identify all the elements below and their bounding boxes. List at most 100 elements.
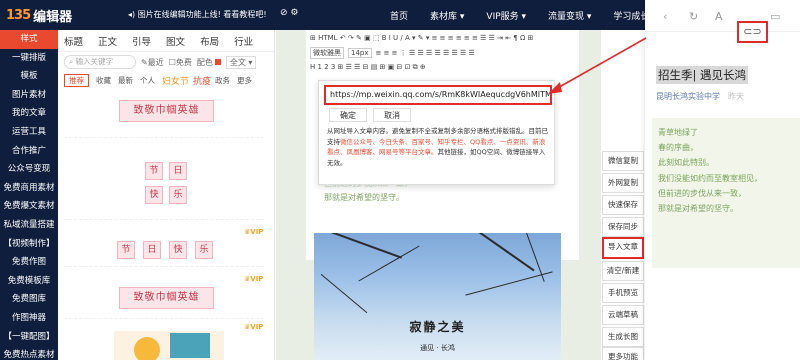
search-icon: ⌕ [69, 57, 76, 66]
template-card[interactable]: 致敬巾帼英雄 [64, 88, 264, 138]
size-select[interactable]: 14px [348, 47, 372, 58]
logo[interactable]: 135 编辑器 [6, 5, 72, 25]
color-filter[interactable]: 配色 [197, 57, 221, 68]
article-body: 青草地绿了 春的序曲， 此刻如此特别。 我们没能如约而至教室相见， 但前进的步伐… [652, 118, 800, 268]
sidebar-item-hot-materials[interactable]: 免费热点素材 [0, 346, 58, 360]
char-box: 节 [117, 241, 135, 259]
dialog-description: 从网址导入文章内容。避免复制不全或复制多余部分语格式排版错乱。目前已支持微信公众… [327, 127, 548, 167]
sidebar-item-free-viral[interactable]: 免费爆文素材 [0, 197, 58, 216]
template-card[interactable]: ♛VIP [64, 321, 264, 360]
nav-materials[interactable]: 素材库 ▾ [430, 9, 464, 22]
template-search-input[interactable]: ⌕ 输入关键字 [64, 55, 136, 69]
sidebar-item-free-gallery[interactable]: 免费图库 [0, 290, 58, 309]
top-bar: 135 编辑器 ◂) 图片在线编辑功能上线! 看看教程吧! ⊘ ⚙ 首页 素材库… [0, 0, 657, 30]
vip-badge: ♛VIP [244, 275, 264, 283]
full-select[interactable]: 全文 ▾ [225, 55, 257, 69]
wechat-copy-button[interactable]: 微信复制 [602, 151, 644, 171]
refresh-icon[interactable]: ↻ [689, 10, 698, 23]
toolbar-row-1[interactable]: ⊞ HTML ↶ ↷ ✎ ▣ ⬚ B I U ∕ A ▾ ✎ ▾ ≡ ≡ ≡ ≡… [306, 30, 579, 45]
char-box: 快 [169, 241, 187, 259]
sidebar-item-free-commercial[interactable]: 免费商用素材 [0, 179, 58, 198]
external-copy-button[interactable]: 外网复制 [602, 173, 644, 193]
toolbar-buttons-2[interactable]: ≡ ≡ ≡ ⋮ ☰ ☰ ☰ ☰ ☰ ☰ ☰ ☰ [376, 49, 475, 57]
tab-title[interactable]: 标题 [64, 34, 83, 48]
font-select[interactable]: 微软雅黑 [310, 46, 344, 59]
long-image-button[interactable]: 生成长图 [602, 327, 644, 347]
sidebar-item-free-design[interactable]: 免费作图 [0, 253, 58, 272]
publish-time: 昨天 [728, 92, 744, 101]
clear-new-button[interactable]: 清空/新建 [602, 261, 644, 281]
pin-icon: ✎ [141, 57, 148, 67]
sidebar-item-my-articles[interactable]: 我的文章 [0, 104, 58, 123]
import-article-button[interactable]: 导入文章 [602, 237, 644, 259]
filter-more[interactable]: 更多 [237, 75, 252, 86]
link-icon[interactable]: ⊂⊃ [737, 21, 768, 43]
sidebar-item-private-traffic[interactable]: 私域流量搭建 [0, 216, 58, 235]
tab-body[interactable]: 正文 [98, 34, 117, 48]
notice-icons[interactable]: ⊘ ⚙ [280, 8, 298, 18]
filter-latest[interactable]: 最新 [118, 75, 133, 86]
cloud-draft-button[interactable]: 云端草稿 [602, 305, 644, 325]
font-icon[interactable]: A [715, 10, 723, 23]
filter-antiepidemic[interactable]: 抗疫 [193, 74, 211, 87]
import-dialog: https://mp.weixin.qq.com/s/RmK8kWIAequcd… [318, 80, 555, 185]
save-sync-button[interactable]: 保存同步 [602, 217, 644, 237]
template-card[interactable]: 节 日 快 乐 [64, 140, 264, 220]
nav-home[interactable]: 首页 [390, 9, 408, 22]
template-panel: 标题 正文 引导 图文 布局 行业 ⌕ 输入关键字 ✎最近 ☐免费 配色 全文 … [58, 30, 275, 360]
account-name[interactable]: 昆明长鸿实验中学 [656, 92, 720, 101]
cover-photo[interactable]: 寂静之美 通见 · 长鸿 [314, 233, 561, 360]
more-functions-button[interactable]: 更多功能 [602, 347, 644, 360]
tab-guide[interactable]: 引导 [132, 34, 151, 48]
sidebar-item-auto-image[interactable]: 【一键配图】 [0, 328, 58, 347]
sidebar-item-templates[interactable]: 模板 [0, 67, 58, 86]
template-card[interactable]: ♛VIP 致敬巾帼英雄 [64, 269, 264, 319]
sidebar-item-style[interactable]: 样式 [0, 30, 58, 49]
char-box: 节 [145, 162, 163, 180]
main-nav: 首页 素材库 ▾ VIP服务 ▾ 流量变现 ▾ 学习成长 ▾ [390, 9, 679, 22]
branch-shape [465, 271, 553, 296]
url-input[interactable]: https://mp.weixin.qq.com/s/RmK8kWIAequcd… [324, 85, 552, 105]
arrow-head [548, 82, 562, 94]
nav-monetize[interactable]: 流量变现 ▾ [548, 9, 591, 22]
cancel-button[interactable]: 取消 [373, 108, 411, 122]
sidebar-item-monetize[interactable]: 公众号变现 [0, 160, 58, 179]
free-checkbox[interactable]: ☐免费 [169, 57, 192, 68]
sidebar-item-auto-layout[interactable]: 一键排版 [0, 49, 58, 68]
quick-save-button[interactable]: 快速保存 [602, 195, 644, 215]
sidebar-item-design-tool[interactable]: 作图神器 [0, 309, 58, 328]
tab-layout[interactable]: 布局 [200, 34, 219, 48]
tab-industry[interactable]: 行业 [234, 34, 253, 48]
article-meta: 昆明长鸿实验中学 昨天 [656, 91, 744, 102]
toolbar-row-3[interactable]: H 1 2 3 ⊞ ☰ ☰ ⊟ ▤ ⊞ ▣ ⊟ ⊡ ⧉ ⊕ [306, 60, 579, 75]
recent-filter[interactable]: ✎最近 [141, 57, 164, 68]
article-line: 那就是对希望的坚守。 [658, 204, 738, 214]
branch-shape [443, 233, 535, 272]
sidebar-item-ops-tools[interactable]: 运营工具 [0, 123, 58, 142]
sidebar-item-partner[interactable]: 合作推广 [0, 142, 58, 161]
sidebar-item-free-templates[interactable]: 免费模板库 [0, 272, 58, 291]
back-icon[interactable]: ‹ [663, 10, 667, 23]
nav-vip[interactable]: VIP服务 ▾ [486, 9, 526, 22]
browser-nav: ‹ ↻ A ▭ [645, 0, 800, 32]
article-line: 我们没能如约而至教室相见， [658, 173, 762, 183]
template-card[interactable]: ♛VIP 节 日 快 乐 [64, 222, 264, 267]
sidebar-item-video[interactable]: 【视频制作】 [0, 235, 58, 254]
filter-government[interactable]: 政务 [215, 75, 230, 86]
filter-womens-day[interactable]: 妇女节 [162, 74, 189, 87]
article-line: 青草地绿了 [658, 128, 698, 137]
filter-favorites[interactable]: 收藏 [96, 75, 111, 86]
article-preview: ‹ ↻ A ▭ ⊂⊃ 招生季| 遇见长鸿 昆明长鸿实验中学 昨天 青草地绿了 春的… [645, 0, 800, 360]
filter-personal[interactable]: 个人 [140, 75, 155, 86]
honor-title: 致敬巾帼英雄 [119, 100, 214, 122]
checkbox-icon: ☐ [168, 57, 176, 67]
mobile-preview-button[interactable]: 手机预览 [602, 283, 644, 303]
sidebar-item-images[interactable]: 图片素材 [0, 86, 58, 105]
confirm-button[interactable]: 确定 [329, 108, 367, 122]
tab-icon[interactable]: ▭ [770, 10, 780, 23]
char-box: 日 [143, 241, 161, 259]
tab-image-text[interactable]: 图文 [166, 34, 185, 48]
filter-recommended[interactable]: 推荐 [64, 73, 89, 87]
logo-mark: 135 [6, 7, 31, 23]
notice-banner[interactable]: ◂) 图片在线编辑功能上线! 看看教程吧! [128, 9, 267, 20]
